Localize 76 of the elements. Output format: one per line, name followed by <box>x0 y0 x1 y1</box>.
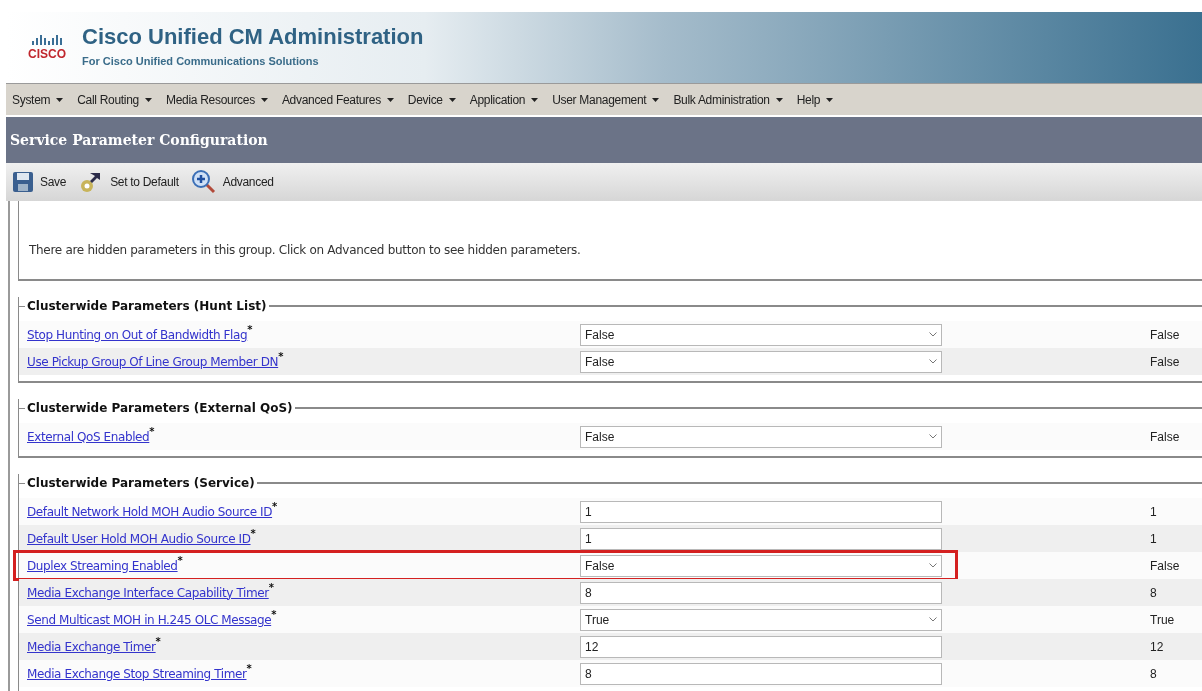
required-marker: * <box>271 607 276 620</box>
app-subtitle: For Cisco Unified Communications Solutions <box>82 54 320 70</box>
required-marker: * <box>250 526 256 539</box>
text-field[interactable]: 8 <box>580 581 942 604</box>
logo-bars-icon <box>31 34 63 47</box>
group-title: Clusterwide Parameters (External QoS) <box>26 400 294 417</box>
dropdown-field[interactable]: True <box>580 608 942 631</box>
default-value: 12 <box>1150 638 1165 656</box>
app-title: Cisco Unified CM Administration <box>82 25 424 50</box>
menu-item[interactable]: Help <box>796 90 834 109</box>
default-value: True <box>1150 611 1176 629</box>
chevron-down-icon <box>929 332 937 337</box>
text-field[interactable]: 1 <box>580 527 942 550</box>
parameter-link[interactable]: Use Pickup Group Of Line Group Member DN <box>27 352 279 371</box>
chevron-down-icon <box>929 563 937 568</box>
chevron-down-icon <box>929 359 937 364</box>
dropdown-field[interactable]: False <box>580 323 942 346</box>
required-marker: * <box>272 499 277 512</box>
required-marker: * <box>155 634 161 647</box>
zoom-in-icon <box>190 170 217 194</box>
menu-item[interactable]: Bulk Administration <box>673 90 783 109</box>
page-title: Service Parameter Configuration <box>10 130 268 150</box>
toolbar-button[interactable]: Advanced <box>190 170 274 194</box>
parameter-link[interactable]: Media Exchange Timer <box>27 637 156 656</box>
chevron-down-icon <box>929 434 937 439</box>
parameter-link[interactable]: Stop Hunting on Out of Bandwidth Flag <box>27 325 248 344</box>
required-marker: * <box>278 349 283 362</box>
required-marker: * <box>149 424 155 437</box>
parameter-link[interactable]: External QoS Enabled <box>27 427 150 446</box>
default-value: False <box>1150 353 1181 371</box>
text-field[interactable]: 8 <box>580 662 942 685</box>
group-title: Clusterwide Parameters (Hunt List) <box>26 298 268 315</box>
default-value: False <box>1150 428 1181 446</box>
menu-item[interactable]: Media Resources <box>166 90 268 109</box>
menu-item[interactable]: Device <box>407 90 456 109</box>
caret-icon <box>260 97 268 102</box>
menu-item[interactable]: Application <box>469 90 539 109</box>
caret-icon <box>145 97 152 102</box>
caret-icon <box>826 97 834 102</box>
caret-icon <box>56 97 64 102</box>
caret-icon <box>652 97 660 102</box>
required-marker: * <box>177 553 183 566</box>
chevron-down-icon <box>929 617 937 622</box>
caret-icon <box>531 97 539 102</box>
group-title: Clusterwide Parameters (Service) <box>26 475 256 492</box>
dropdown-field[interactable]: False <box>580 425 942 448</box>
default-value: 8 <box>1150 665 1158 683</box>
menu-item[interactable]: User Management <box>552 90 660 109</box>
menu-item[interactable]: System <box>12 90 64 109</box>
notice-text: There are hidden parameters in this group. Click on Advanced button to see hidden parameters. <box>29 242 581 259</box>
toolbar-button[interactable]: Set to Default <box>78 170 179 194</box>
default-value: 1 <box>1150 503 1158 521</box>
menu-item[interactable]: Call Routing <box>77 90 152 109</box>
required-marker: * <box>246 661 252 674</box>
default-value: 1 <box>1150 530 1158 548</box>
required-marker: * <box>268 580 274 593</box>
parameter-link[interactable]: Media Exchange Stop Streaming Timer <box>27 664 247 683</box>
text-field[interactable]: 1 <box>580 500 942 523</box>
parameter-link[interactable]: Duplex Streaming Enabled <box>27 556 178 575</box>
text-field[interactable]: 12 <box>580 635 942 658</box>
toolbar-button[interactable]: Save <box>12 171 67 193</box>
caret-icon <box>448 97 456 102</box>
parameter-link[interactable]: Default User Hold MOH Audio Source ID <box>27 529 251 548</box>
parameter-link[interactable]: Media Exchange Interface Capability Timer <box>27 583 269 602</box>
caret-icon <box>386 97 394 102</box>
dropdown-field[interactable]: False <box>580 350 942 373</box>
parameter-link[interactable]: Default Network Hold MOH Audio Source ID <box>27 502 273 521</box>
parameter-link[interactable]: Send Multicast MOH in H.245 OLC Message <box>27 610 272 629</box>
logo-text: CISCO <box>28 46 66 61</box>
default-value: 8 <box>1150 584 1158 602</box>
menu-item[interactable]: Advanced Features <box>281 90 394 109</box>
caret-icon <box>775 97 783 102</box>
default-value: False <box>1150 326 1181 344</box>
default-value: False <box>1150 557 1181 575</box>
dropdown-field[interactable]: False <box>580 554 942 577</box>
required-marker: * <box>247 322 253 335</box>
